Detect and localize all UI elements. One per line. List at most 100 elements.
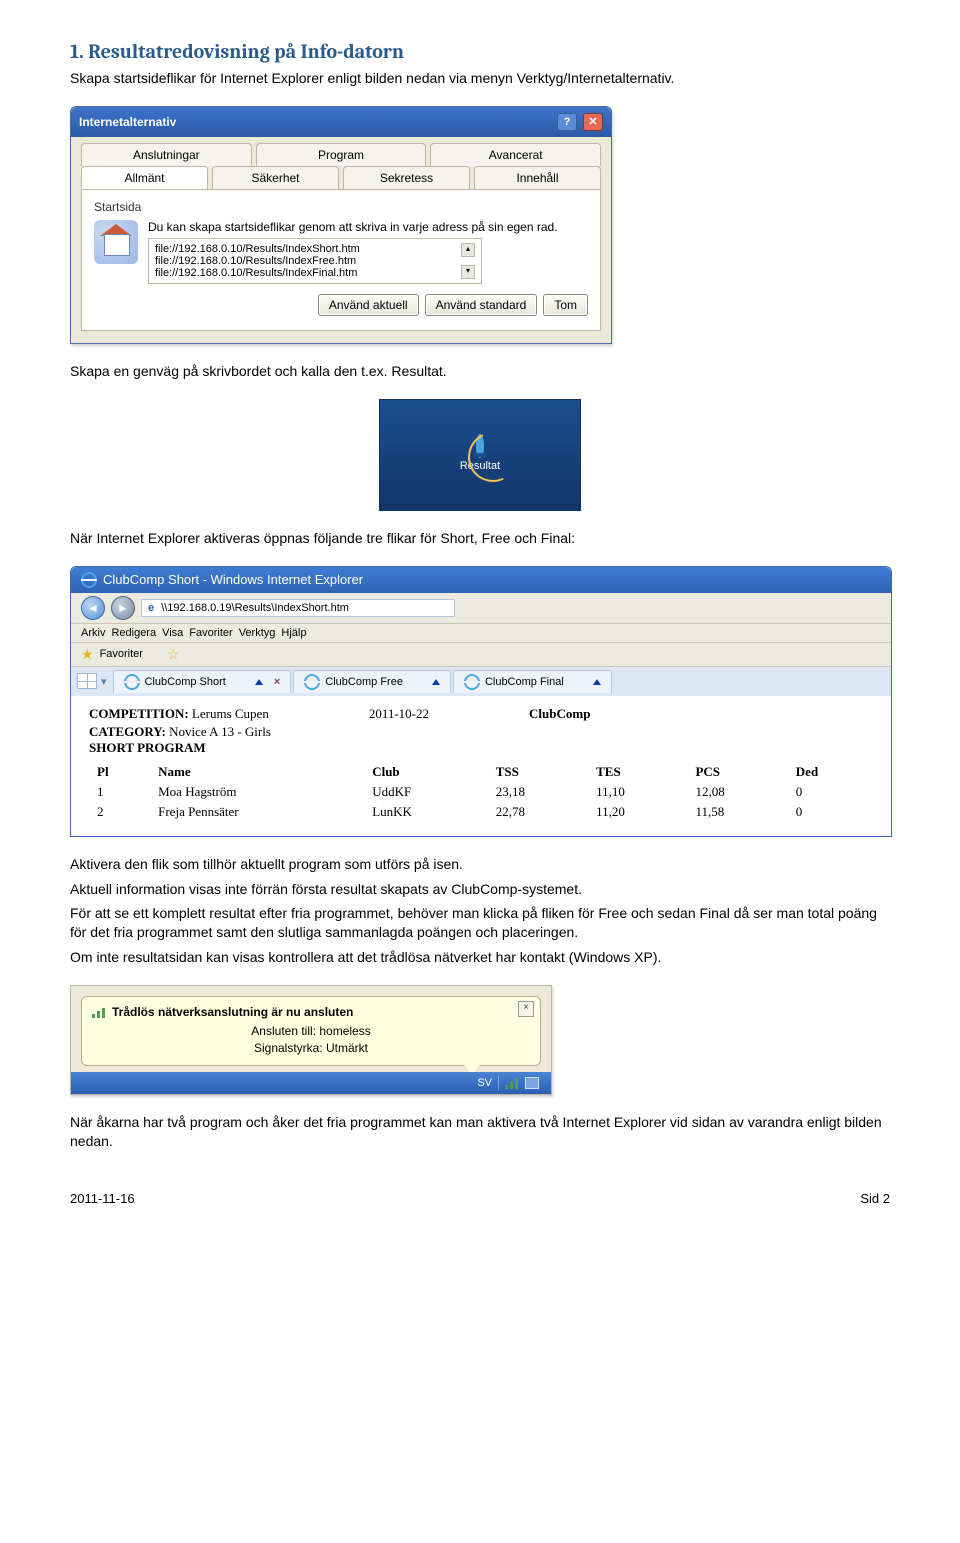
competition-label: COMPETITION: xyxy=(89,706,189,721)
browser-tabs: ▾ ClubComp Short × ClubComp Free ClubCom… xyxy=(71,667,891,696)
competition-value: Lerums Cupen xyxy=(192,706,269,721)
back-button[interactable]: ◄ xyxy=(81,596,105,620)
cell: 23,18 xyxy=(488,782,588,802)
help-button[interactable]: ? xyxy=(557,113,577,131)
tab-clubcomp-free[interactable]: ClubComp Free xyxy=(293,670,451,693)
scroll-down-icon[interactable]: ▾ xyxy=(461,265,475,279)
add-favorite-icon[interactable]: ☆ xyxy=(167,646,180,663)
paragraph: För att se ett komplett resultat efter f… xyxy=(70,904,890,942)
favorites-label: Favoriter xyxy=(100,648,143,660)
cell: 11,58 xyxy=(687,802,787,822)
menu-favorites[interactable]: Favoriter xyxy=(189,627,232,639)
language-indicator[interactable]: SV xyxy=(477,1077,492,1089)
cell: LunKK xyxy=(364,802,488,822)
close-tab-icon[interactable]: × xyxy=(274,676,280,688)
tab-security[interactable]: Säkerhet xyxy=(212,166,339,189)
menu-edit[interactable]: Redigera xyxy=(111,627,156,639)
col-ded: Ded xyxy=(788,762,873,782)
paragraph: Om inte resultatsidan kan visas kontroll… xyxy=(70,948,890,967)
tab-general[interactable]: Allmänt xyxy=(81,166,208,189)
cell: 11,10 xyxy=(588,782,687,802)
cell: 12,08 xyxy=(687,782,787,802)
homepage-url-line: file://192.168.0.10/Results/IndexFree.ht… xyxy=(155,255,457,267)
results-table: Pl Name Club TSS TES PCS Ded 1 Moa Hagst… xyxy=(89,762,873,822)
startpage-group-label: Startsida xyxy=(94,200,588,214)
col-name: Name xyxy=(150,762,364,782)
col-tes: TES xyxy=(588,762,687,782)
paragraph: Aktivera den flik som tillhör aktuellt p… xyxy=(70,855,890,874)
home-icon xyxy=(94,220,138,264)
browser-window: ClubComp Short - Windows Internet Explor… xyxy=(70,566,892,837)
desktop-shortcut[interactable]: Resultat xyxy=(379,399,581,511)
network-notification-area: × Trådlös nätverksanslutning är nu anslu… xyxy=(70,985,552,1095)
taskbar: SV xyxy=(71,1072,551,1094)
tray-wifi-icon[interactable] xyxy=(505,1077,519,1089)
section-heading: 1. Resultatredovisning på Info-datorn xyxy=(70,40,890,63)
tab-advanced[interactable]: Avancerat xyxy=(430,143,601,166)
use-current-button[interactable]: Använd aktuell xyxy=(318,294,419,316)
tab-clubcomp-short[interactable]: ClubComp Short × xyxy=(113,670,292,693)
page-footer: 2011-11-16 Sid 2 xyxy=(70,1191,890,1206)
tray-monitor-icon[interactable] xyxy=(525,1077,539,1089)
menu-view[interactable]: Visa xyxy=(162,627,183,639)
cell: 22,78 xyxy=(488,802,588,822)
ie-icon xyxy=(304,674,320,690)
ie-icon xyxy=(81,572,97,588)
tab-connections[interactable]: Anslutningar xyxy=(81,143,252,166)
address-text: \\192.168.0.19\Results\IndexShort.htm xyxy=(161,602,349,614)
balloon-close-button[interactable]: × xyxy=(518,1001,534,1017)
window-titlebar: Internetalternativ ? ✕ xyxy=(71,107,611,137)
footer-page: Sid 2 xyxy=(860,1191,890,1206)
homepage-url-line: file://192.168.0.10/Results/IndexFinal.h… xyxy=(155,267,457,279)
category-value: Novice A 13 - Girls xyxy=(169,724,271,739)
competition-date: 2011-10-22 xyxy=(369,706,429,722)
balloon-title-text: Trådlös nätverksanslutning är nu anslute… xyxy=(112,1005,353,1019)
ie-icon xyxy=(124,674,140,690)
dropdown-icon[interactable]: ▾ xyxy=(101,675,107,688)
tab-privacy[interactable]: Sekretess xyxy=(343,166,470,189)
connected-to-label: Ansluten till: xyxy=(251,1024,316,1038)
tab-content[interactable]: Innehåll xyxy=(474,166,601,189)
footer-date: 2011-11-16 xyxy=(70,1191,135,1206)
homepage-url-line: file://192.168.0.10/Results/IndexShort.h… xyxy=(155,243,457,255)
col-pcs: PCS xyxy=(687,762,787,782)
tab-label: ClubComp Final xyxy=(485,676,564,688)
homepage-urls-textarea[interactable]: file://192.168.0.10/Results/IndexShort.h… xyxy=(148,238,482,284)
wifi-signal-icon xyxy=(92,1006,106,1018)
forward-button[interactable]: ► xyxy=(111,596,135,620)
scroll-up-icon[interactable]: ▴ xyxy=(461,243,475,257)
arrow-icon xyxy=(255,679,263,685)
page-content: COMPETITION: Lerums Cupen 2011-10-22 Clu… xyxy=(71,696,891,836)
arrow-icon xyxy=(593,679,601,685)
address-bar[interactable]: e \\192.168.0.19\Results\IndexShort.htm xyxy=(141,599,455,617)
menu-help[interactable]: Hjälp xyxy=(281,627,306,639)
col-tss: TSS xyxy=(488,762,588,782)
menu-tools[interactable]: Verktyg xyxy=(239,627,276,639)
signal-strength-label: Signalstyrka: xyxy=(254,1041,323,1055)
network-balloon: × Trådlös nätverksanslutning är nu anslu… xyxy=(81,996,541,1066)
close-button[interactable]: ✕ xyxy=(583,113,603,131)
favorites-star-icon[interactable]: ★ xyxy=(81,646,94,663)
ie-icon xyxy=(464,674,480,690)
browser-title: ClubComp Short - Windows Internet Explor… xyxy=(103,572,363,587)
menu-bar: Arkiv Redigera Visa Favoriter Verktyg Hj… xyxy=(71,624,891,643)
cell: 0 xyxy=(788,802,873,822)
tab-grid-icon[interactable] xyxy=(77,673,97,689)
scrollbar[interactable]: ▴ ▾ xyxy=(461,243,475,279)
blank-button[interactable]: Tom xyxy=(543,294,588,316)
table-row: 2 Freja Pennsäter LunKK 22,78 11,20 11,5… xyxy=(89,802,873,822)
tab-program[interactable]: Program xyxy=(256,143,427,166)
intro-paragraph: Skapa startsideflikar för Internet Explo… xyxy=(70,69,890,88)
brand-label: ClubComp xyxy=(529,706,590,722)
menu-file[interactable]: Arkiv xyxy=(81,627,105,639)
tab-clubcomp-final[interactable]: ClubComp Final xyxy=(453,670,612,693)
tab-label: ClubComp Free xyxy=(325,676,403,688)
table-header-row: Pl Name Club TSS TES PCS Ded xyxy=(89,762,873,782)
use-default-button[interactable]: Använd standard xyxy=(425,294,538,316)
nav-bar: ◄ ► e \\192.168.0.19\Results\IndexShort.… xyxy=(71,593,891,624)
internet-options-window: Internetalternativ ? ✕ Anslutningar Prog… xyxy=(70,106,612,344)
favorites-bar: ★ Favoriter ☆ xyxy=(71,643,891,667)
window-title: Internetalternativ xyxy=(79,115,176,129)
cell: 11,20 xyxy=(588,802,687,822)
startpage-description: Du kan skapa startsideflikar genom att s… xyxy=(148,220,588,234)
